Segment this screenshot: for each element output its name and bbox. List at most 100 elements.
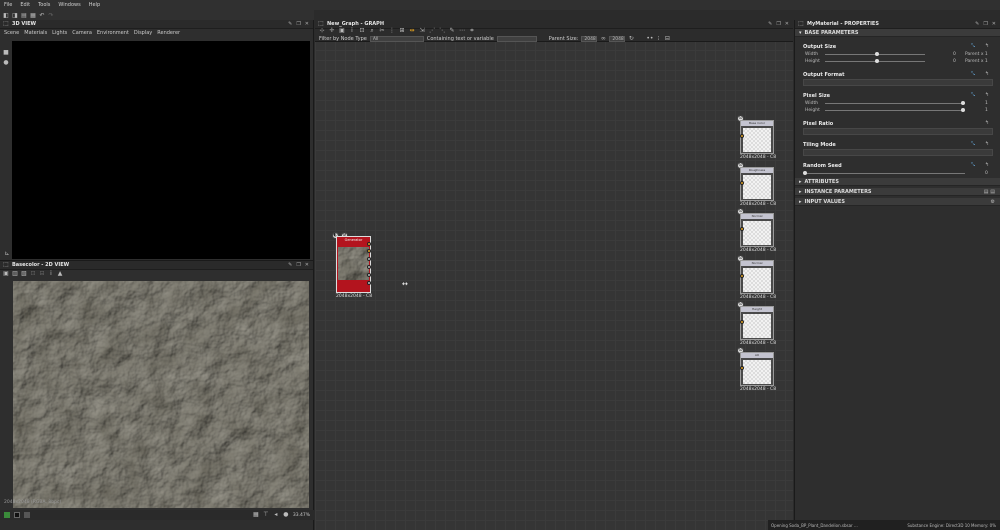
filter-dropdown[interactable]: All <box>369 35 424 42</box>
close-icon[interactable]: ✕ <box>305 21 309 27</box>
save-image-icon[interactable]: ▥ <box>12 271 18 277</box>
histogram-icon[interactable]: ⊟ <box>39 271 45 277</box>
align-right-icon[interactable]: ⊟ <box>664 35 670 42</box>
generator-node[interactable]: ◐ ⚙ Generator 2048x2048 - C8 <box>331 231 375 301</box>
width-value[interactable]: 0 <box>953 52 956 57</box>
tiling-icon[interactable]: ⊤ <box>263 512 269 518</box>
reset-icon[interactable]: ↰ <box>985 120 989 126</box>
tab-materials[interactable]: Materials <box>24 30 47 36</box>
arrange-icon[interactable]: ⊞ <box>399 27 405 34</box>
output-pin[interactable] <box>367 281 371 285</box>
texture-preview[interactable] <box>13 281 309 508</box>
random-seed-value[interactable]: 0 <box>985 171 988 176</box>
gear-icon[interactable]: ⚙ <box>991 199 1000 205</box>
link-size-icon[interactable]: ∞ <box>600 35 606 42</box>
output-pin[interactable] <box>367 257 371 261</box>
inherit-icon[interactable]: ⤡ <box>971 92 975 98</box>
link-icon[interactable]: ✂ <box>379 27 385 34</box>
random-seed-slider-track[interactable] <box>805 173 965 174</box>
inherit-icon[interactable]: ⤡ <box>971 43 975 49</box>
undo-icon[interactable]: ↶ <box>39 12 45 19</box>
reset-icon[interactable]: ↰ <box>985 162 989 168</box>
background-icon[interactable] <box>24 512 30 518</box>
inherit-icon[interactable]: ⤡ <box>971 162 975 168</box>
snap-icon[interactable]: ⋰ <box>429 27 435 34</box>
grid-icon[interactable]: ▦ <box>253 512 259 518</box>
info-icon[interactable]: i <box>48 271 54 277</box>
height-value[interactable]: 0 <box>953 59 956 64</box>
frame-icon[interactable]: ⊡ <box>359 27 365 34</box>
input-pin[interactable] <box>740 227 744 231</box>
graph-canvas[interactable] <box>315 20 793 530</box>
channel-icon[interactable]: ▲ <box>57 271 63 277</box>
float-icon[interactable]: ❐ <box>296 262 300 268</box>
connect-icon[interactable]: ⇹ <box>409 27 415 34</box>
input-pin[interactable] <box>740 274 744 278</box>
input-pin[interactable] <box>740 366 744 370</box>
select-icon[interactable]: ⊹ <box>319 27 325 34</box>
tab-scene[interactable]: Scene <box>4 30 19 36</box>
pixel-width-value[interactable]: 1 <box>985 101 988 106</box>
attributes-header[interactable]: ▸ ATTRIBUTES <box>795 178 1000 186</box>
dots-icon[interactable]: •• <box>646 35 653 42</box>
tab-environment[interactable]: Environment <box>97 30 129 36</box>
float-icon[interactable]: ❐ <box>983 21 987 27</box>
tab-lights[interactable]: Lights <box>52 30 67 36</box>
close-icon[interactable]: ✕ <box>785 21 789 27</box>
reset-size-icon[interactable]: ↻ <box>628 35 634 42</box>
output-format-dropdown[interactable] <box>803 79 993 86</box>
zoom-level[interactable]: 33.47% <box>293 513 314 518</box>
open-icon[interactable]: ▤ <box>21 12 27 19</box>
float-icon[interactable]: ❐ <box>776 21 780 27</box>
alpha-toggle-icon[interactable] <box>14 512 20 518</box>
width-slider-knob[interactable] <box>875 52 879 56</box>
vertical-icon[interactable]: ⁝ <box>655 35 661 42</box>
random-seed-slider-knob[interactable] <box>803 171 807 175</box>
camera-icon[interactable]: ■ <box>3 50 9 56</box>
pixel-ratio-dropdown[interactable] <box>803 128 993 135</box>
copy-icon[interactable]: ▧ <box>21 271 27 277</box>
tab-camera[interactable]: Camera <box>72 30 92 36</box>
pin-icon[interactable]: ✎ <box>288 262 292 268</box>
pixel-height-slider-track[interactable] <box>825 110 965 111</box>
new-icon[interactable]: ◧ <box>3 12 9 19</box>
output-pin[interactable] <box>367 265 371 269</box>
new-substance-icon[interactable]: ◨ <box>12 12 18 19</box>
fit-view-icon[interactable]: ⌗ <box>469 27 475 34</box>
reset-icon[interactable]: ↰ <box>985 71 989 77</box>
inherit-icon[interactable]: ⤡ <box>971 71 975 77</box>
tab-renderer[interactable]: Renderer <box>157 30 180 36</box>
menu-file[interactable]: File <box>4 2 12 8</box>
flow-icon[interactable]: ⋯ <box>459 27 465 34</box>
pixel-height-value[interactable]: 1 <box>985 108 988 113</box>
zoom-icon[interactable]: ⌕ <box>369 27 375 34</box>
fit-icon[interactable]: ▣ <box>3 271 9 277</box>
tile-icon[interactable]: ⊡ <box>30 271 36 277</box>
input-pin[interactable] <box>740 320 744 324</box>
info-icon[interactable]: i <box>349 27 355 34</box>
save-icon[interactable]: ▦ <box>30 12 36 19</box>
menu-help[interactable]: Help <box>89 2 100 8</box>
zoom-out-icon[interactable]: ◂ <box>273 512 279 518</box>
instance-parameters-header[interactable]: ▸ INSTANCE PARAMETERS ▤ ▤ <box>795 188 1000 196</box>
pin-node-icon[interactable]: ⇲ <box>419 27 425 34</box>
inherit-icon[interactable]: ⤡ <box>971 141 975 147</box>
pin-icon[interactable]: ✎ <box>768 21 772 27</box>
redo-icon[interactable]: ↷ <box>48 12 54 19</box>
pixel-width-slider-knob[interactable] <box>961 101 965 105</box>
pixel-height-slider-knob[interactable] <box>961 108 965 112</box>
float-icon[interactable]: ❐ <box>296 21 300 27</box>
base-parameters-header[interactable]: ▾ BASE PARAMETERS <box>795 29 1000 37</box>
pin-icon[interactable]: ✎ <box>288 21 292 27</box>
3d-viewport[interactable] <box>12 41 310 259</box>
size-b-dropdown[interactable]: 2048 <box>609 35 626 42</box>
menu-windows[interactable]: Windows <box>58 2 80 8</box>
screenshot-icon[interactable]: ▣ <box>339 27 345 34</box>
close-icon[interactable]: ✕ <box>992 21 996 27</box>
reset-icon[interactable]: ↰ <box>985 43 989 49</box>
pin-icon[interactable]: ✎ <box>975 21 979 27</box>
reset-icon[interactable]: ↰ <box>985 92 989 98</box>
output-pin[interactable] <box>367 242 371 246</box>
layout-icon[interactable]: ⋱ <box>439 27 445 34</box>
rgba-toggle-icon[interactable] <box>4 512 10 518</box>
